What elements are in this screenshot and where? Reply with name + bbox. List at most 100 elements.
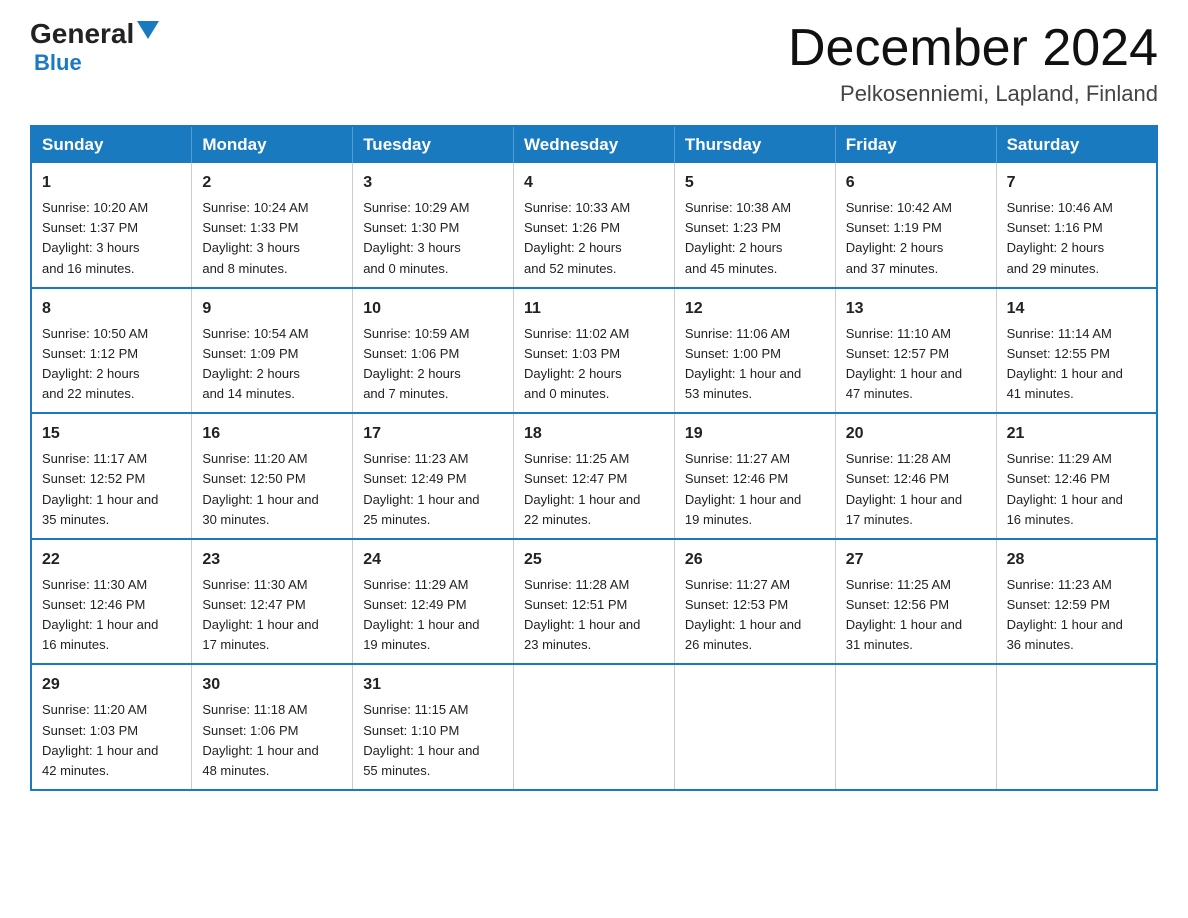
day-number: 28 bbox=[1007, 548, 1146, 572]
calendar-cell-26: 26 Sunrise: 11:27 AM Sunset: 12:53 PM Day… bbox=[674, 539, 835, 665]
day-info: Sunrise: 10:24 AM Sunset: 1:33 PM Daylig… bbox=[202, 198, 342, 279]
day-number: 29 bbox=[42, 673, 181, 697]
day-info: Sunrise: 11:18 AM Sunset: 1:06 PM Daylig… bbox=[202, 700, 342, 781]
calendar-cell-empty bbox=[674, 664, 835, 790]
day-info: Sunrise: 11:29 AM Sunset: 12:46 PM Dayli… bbox=[1007, 449, 1146, 530]
calendar-header-monday: Monday bbox=[192, 126, 353, 163]
calendar-cell-20: 20Sunrise: 11:28 AM Sunset: 12:46 PM Day… bbox=[835, 413, 996, 539]
day-info: Sunrise: 11:29 AM Sunset: 12:49 PM Dayli… bbox=[363, 575, 503, 656]
calendar-header-thursday: Thursday bbox=[674, 126, 835, 163]
day-number: 1 bbox=[42, 171, 181, 195]
day-number: 23 bbox=[202, 548, 342, 572]
day-info: Sunrise: 10:54 AM Sunset: 1:09 PM Daylig… bbox=[202, 324, 342, 405]
day-number: 21 bbox=[1007, 422, 1146, 446]
day-number: 2 bbox=[202, 171, 342, 195]
day-number: 10 bbox=[363, 297, 503, 321]
day-number: 26 bbox=[685, 548, 825, 572]
day-info: Sunrise: 11:06 AM Sunset: 1:00 PM Daylig… bbox=[685, 324, 825, 405]
calendar-header-friday: Friday bbox=[835, 126, 996, 163]
logo-triangle-icon bbox=[137, 21, 159, 39]
calendar-cell-12: 12 Sunrise: 11:06 AM Sunset: 1:00 PM Dayl… bbox=[674, 288, 835, 414]
calendar-cell-1: 1 Sunrise: 10:20 AM Sunset: 1:37 PM Dayli… bbox=[31, 163, 192, 288]
calendar-cell-13: 13 Sunrise: 11:10 AM Sunset: 12:57 PM Day… bbox=[835, 288, 996, 414]
day-info: Sunrise: 11:28 AM Sunset: 12:51 PM Dayli… bbox=[524, 575, 664, 656]
day-number: 9 bbox=[202, 297, 342, 321]
page-header: General Blue December 2024 Pelkosenniemi… bbox=[30, 20, 1158, 107]
day-info: Sunrise: 11:10 AM Sunset: 12:57 PM Dayli… bbox=[846, 324, 986, 405]
day-info: Sunrise: 11:30 AM Sunset: 12:46 PM Dayli… bbox=[42, 575, 181, 656]
day-info: Sunrise: 11:23 AM Sunset: 12:49 PM Dayli… bbox=[363, 449, 503, 530]
calendar-week-5: 29 Sunrise: 11:20 AM Sunset: 1:03 PM Dayl… bbox=[31, 664, 1157, 790]
calendar-cell-empty bbox=[996, 664, 1157, 790]
calendar-week-2: 8 Sunrise: 10:50 AM Sunset: 1:12 PM Dayli… bbox=[31, 288, 1157, 414]
calendar-table: SundayMondayTuesdayWednesdayThursdayFrid… bbox=[30, 125, 1158, 791]
day-info: Sunrise: 11:17 AM Sunset: 12:52 PM Dayli… bbox=[42, 449, 181, 530]
day-number: 14 bbox=[1007, 297, 1146, 321]
calendar-cell-15: 15 Sunrise: 11:17 AM Sunset: 12:52 PM Day… bbox=[31, 413, 192, 539]
calendar-header-sunday: Sunday bbox=[31, 126, 192, 163]
calendar-cell-3: 3 Sunrise: 10:29 AM Sunset: 1:30 PM Dayli… bbox=[353, 163, 514, 288]
calendar-cell-5: 5Sunrise: 10:38 AM Sunset: 1:23 PM Dayli… bbox=[674, 163, 835, 288]
day-info: Sunrise: 11:14 AM Sunset: 12:55 PM Dayli… bbox=[1007, 324, 1146, 405]
day-number: 27 bbox=[846, 548, 986, 572]
logo: General Blue bbox=[30, 20, 159, 76]
day-info: Sunrise: 10:29 AM Sunset: 1:30 PM Daylig… bbox=[363, 198, 503, 279]
day-info: Sunrise: 11:20 AM Sunset: 1:03 PM Daylig… bbox=[42, 700, 181, 781]
day-number: 20 bbox=[846, 422, 986, 446]
day-number: 12 bbox=[685, 297, 825, 321]
day-number: 30 bbox=[202, 673, 342, 697]
calendar-cell-8: 8 Sunrise: 10:50 AM Sunset: 1:12 PM Dayli… bbox=[31, 288, 192, 414]
calendar-week-3: 15 Sunrise: 11:17 AM Sunset: 12:52 PM Day… bbox=[31, 413, 1157, 539]
day-info: Sunrise: 10:33 AM Sunset: 1:26 PM Daylig… bbox=[524, 198, 664, 279]
day-info: Sunrise: 10:42 AM Sunset: 1:19 PM Daylig… bbox=[846, 198, 986, 279]
day-number: 3 bbox=[363, 171, 503, 195]
calendar-cell-28: 28 Sunrise: 11:23 AM Sunset: 12:59 PM Day… bbox=[996, 539, 1157, 665]
day-number: 15 bbox=[42, 422, 181, 446]
day-info: Sunrise: 11:27 AM Sunset: 12:53 PM Dayli… bbox=[685, 575, 825, 656]
day-number: 24 bbox=[363, 548, 503, 572]
calendar-cell-22: 22 Sunrise: 11:30 AM Sunset: 12:46 PM Day… bbox=[31, 539, 192, 665]
day-number: 18 bbox=[524, 422, 664, 446]
calendar-header-tuesday: Tuesday bbox=[353, 126, 514, 163]
calendar-week-1: 1 Sunrise: 10:20 AM Sunset: 1:37 PM Dayli… bbox=[31, 163, 1157, 288]
calendar-cell-16: 16 Sunrise: 11:20 AM Sunset: 12:50 PM Day… bbox=[192, 413, 353, 539]
calendar-cell-empty bbox=[514, 664, 675, 790]
day-info: Sunrise: 11:23 AM Sunset: 12:59 PM Dayli… bbox=[1007, 575, 1146, 656]
calendar-header-row: SundayMondayTuesdayWednesdayThursdayFrid… bbox=[31, 126, 1157, 163]
calendar-cell-18: 18Sunrise: 11:25 AM Sunset: 12:47 PM Day… bbox=[514, 413, 675, 539]
day-number: 19 bbox=[685, 422, 825, 446]
day-number: 4 bbox=[524, 171, 664, 195]
calendar-cell-29: 29 Sunrise: 11:20 AM Sunset: 1:03 PM Dayl… bbox=[31, 664, 192, 790]
day-info: Sunrise: 11:30 AM Sunset: 12:47 PM Dayli… bbox=[202, 575, 342, 656]
day-info: Sunrise: 11:27 AM Sunset: 12:46 PM Dayli… bbox=[685, 449, 825, 530]
day-number: 16 bbox=[202, 422, 342, 446]
calendar-header-saturday: Saturday bbox=[996, 126, 1157, 163]
day-number: 31 bbox=[363, 673, 503, 697]
calendar-cell-9: 9 Sunrise: 10:54 AM Sunset: 1:09 PM Dayli… bbox=[192, 288, 353, 414]
day-number: 25 bbox=[524, 548, 664, 572]
day-info: Sunrise: 10:59 AM Sunset: 1:06 PM Daylig… bbox=[363, 324, 503, 405]
calendar-cell-23: 23 Sunrise: 11:30 AM Sunset: 12:47 PM Day… bbox=[192, 539, 353, 665]
month-title: December 2024 bbox=[788, 20, 1158, 77]
day-info: Sunrise: 11:20 AM Sunset: 12:50 PM Dayli… bbox=[202, 449, 342, 530]
day-number: 6 bbox=[846, 171, 986, 195]
day-number: 22 bbox=[42, 548, 181, 572]
calendar-cell-25: 25 Sunrise: 11:28 AM Sunset: 12:51 PM Day… bbox=[514, 539, 675, 665]
day-info: Sunrise: 10:50 AM Sunset: 1:12 PM Daylig… bbox=[42, 324, 181, 405]
calendar-cell-31: 31Sunrise: 11:15 AM Sunset: 1:10 PM Dayl… bbox=[353, 664, 514, 790]
calendar-header-wednesday: Wednesday bbox=[514, 126, 675, 163]
calendar-cell-21: 21 Sunrise: 11:29 AM Sunset: 12:46 PM Day… bbox=[996, 413, 1157, 539]
day-info: Sunrise: 10:20 AM Sunset: 1:37 PM Daylig… bbox=[42, 198, 181, 279]
day-number: 13 bbox=[846, 297, 986, 321]
calendar-cell-4: 4 Sunrise: 10:33 AM Sunset: 1:26 PM Dayli… bbox=[514, 163, 675, 288]
day-number: 17 bbox=[363, 422, 503, 446]
calendar-cell-27: 27Sunrise: 11:25 AM Sunset: 12:56 PM Day… bbox=[835, 539, 996, 665]
calendar-cell-6: 6 Sunrise: 10:42 AM Sunset: 1:19 PM Dayli… bbox=[835, 163, 996, 288]
day-number: 8 bbox=[42, 297, 181, 321]
calendar-cell-14: 14 Sunrise: 11:14 AM Sunset: 12:55 PM Day… bbox=[996, 288, 1157, 414]
calendar-cell-7: 7Sunrise: 10:46 AM Sunset: 1:16 PM Dayli… bbox=[996, 163, 1157, 288]
day-number: 11 bbox=[524, 297, 664, 321]
day-number: 5 bbox=[685, 171, 825, 195]
calendar-cell-19: 19 Sunrise: 11:27 AM Sunset: 12:46 PM Day… bbox=[674, 413, 835, 539]
calendar-cell-11: 11Sunrise: 11:02 AM Sunset: 1:03 PM Dayl… bbox=[514, 288, 675, 414]
